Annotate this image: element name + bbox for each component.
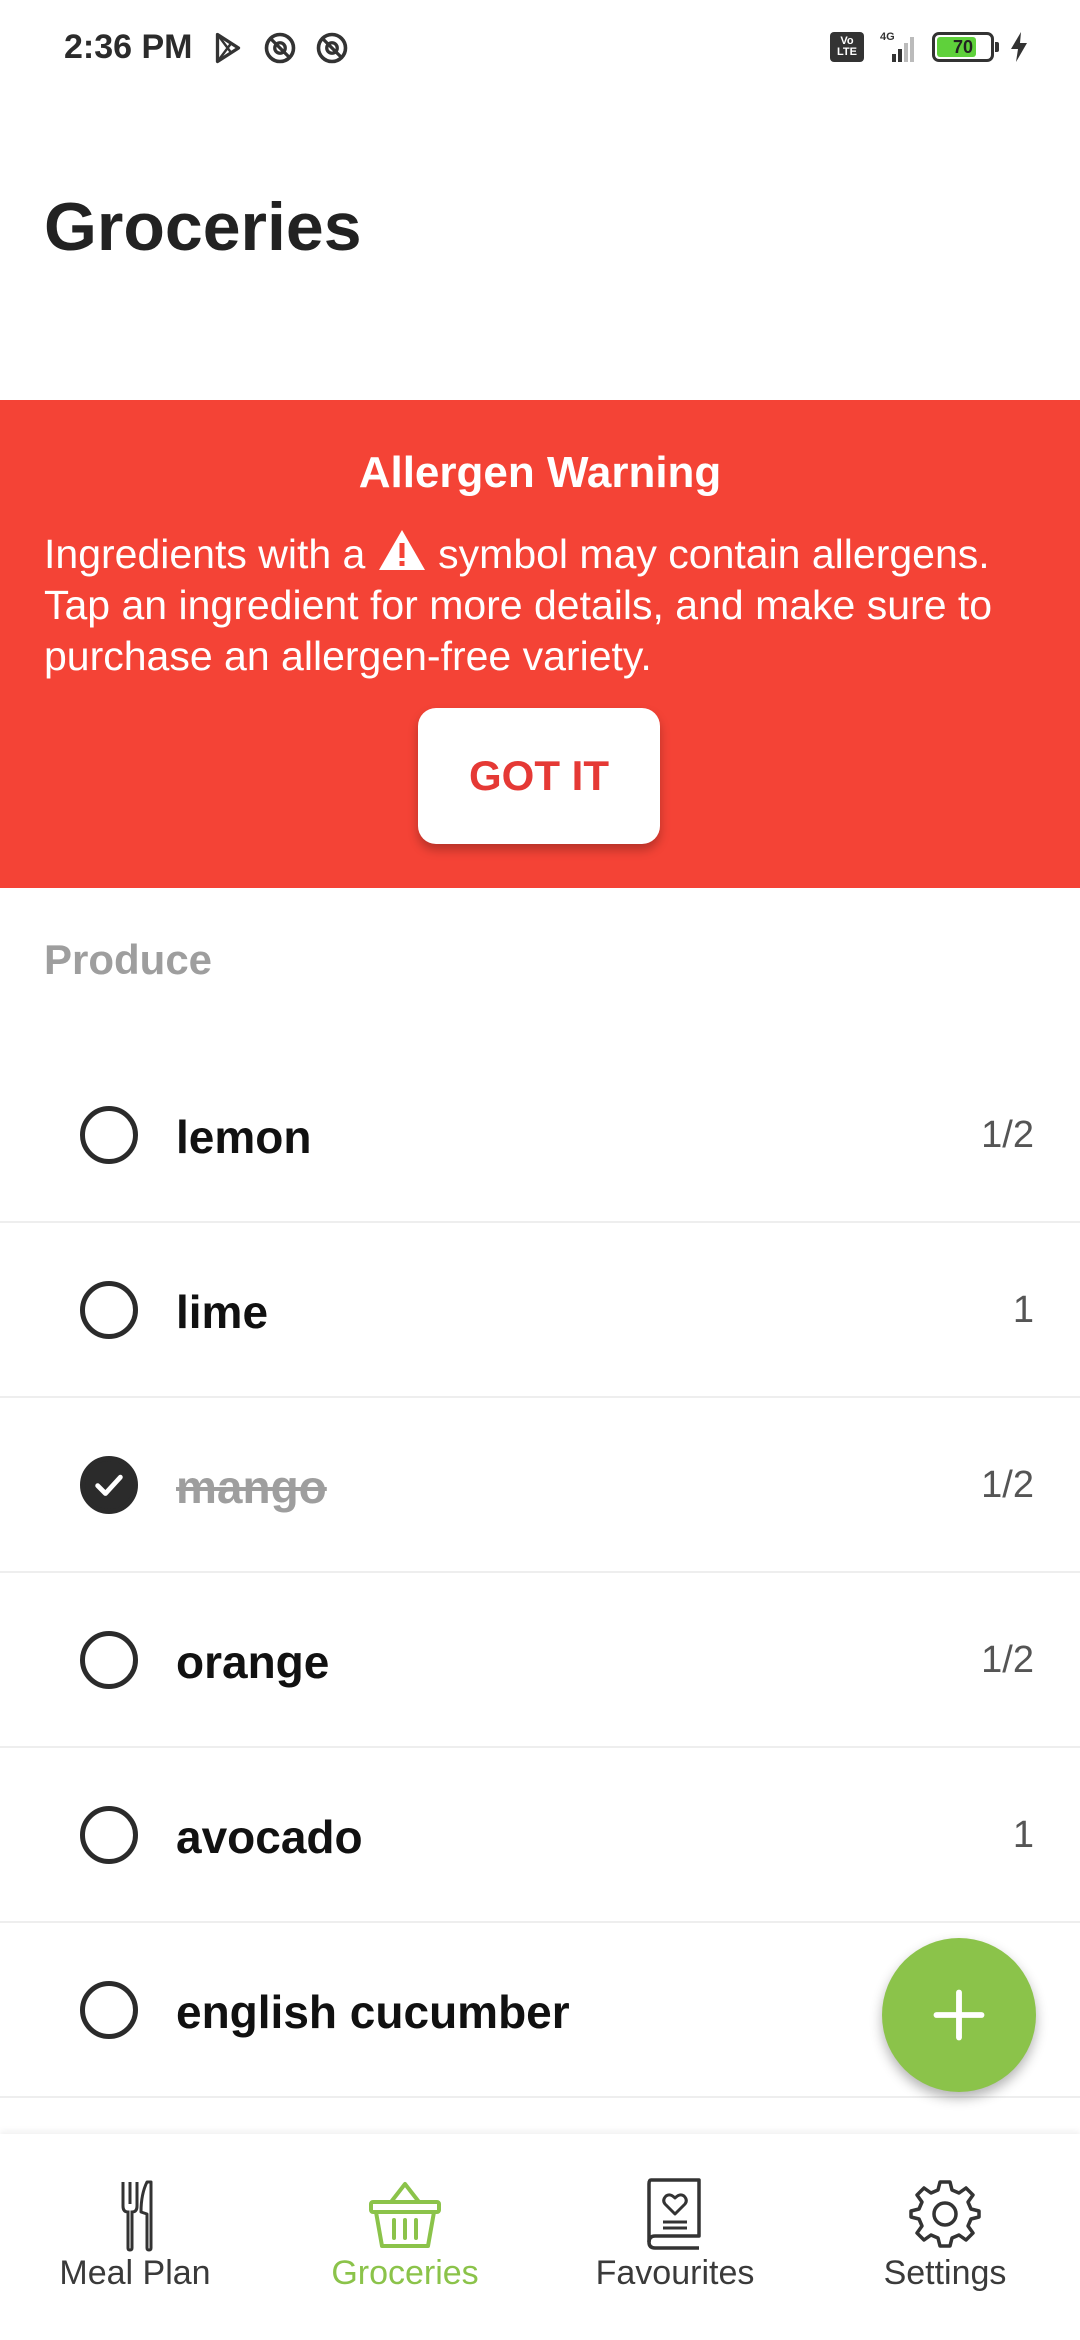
unchecked-circle-icon[interactable] (80, 1281, 138, 1339)
item-quantity: 1/2 (981, 1639, 1034, 1681)
nav-label: Favourites (595, 2254, 755, 2292)
status-bar: 2:36 PM Vo LTE 4G 70 (0, 0, 1080, 100)
signal-icon: 4G (880, 31, 914, 62)
checkmark-icon (95, 1474, 123, 1496)
unchecked-circle-icon[interactable] (80, 1106, 138, 1164)
item-quantity: 1/2 (981, 1114, 1034, 1156)
checked-circle-icon[interactable] (80, 1456, 138, 1514)
item-name: mango (176, 1461, 327, 1513)
item-name: english cucumber (176, 1986, 570, 2038)
grocery-list: lemon 1/2 lime 1 mango 1/2 orange 1/2 av… (0, 1048, 1080, 2098)
banner-text: Ingredients with a symbol may contain al… (44, 528, 1036, 682)
unchecked-circle-icon[interactable] (80, 1806, 138, 1864)
plus-icon (933, 1989, 985, 2041)
battery-icon: 70 (932, 32, 999, 62)
list-item[interactable]: avocado 1 (0, 1748, 1080, 1923)
item-quantity: 1 (1012, 1814, 1034, 1856)
at-sign-icon (264, 32, 296, 64)
notification-icons (210, 30, 350, 66)
list-item[interactable]: lemon 1/2 (0, 1048, 1080, 1223)
nav-groceries[interactable]: Groceries (270, 2134, 540, 2340)
item-name: avocado (176, 1811, 363, 1863)
gear-icon (909, 2180, 981, 2248)
item-quantity: 1 (1012, 1289, 1034, 1331)
nav-settings[interactable]: Settings (810, 2134, 1080, 2340)
svg-text:4G: 4G (880, 31, 895, 43)
warning-triangle-icon (378, 530, 425, 570)
item-name: lemon (176, 1111, 312, 1163)
item-name: orange (176, 1636, 330, 1688)
unchecked-circle-icon[interactable] (80, 1631, 138, 1689)
item-quantity: 1/2 (981, 1464, 1034, 1506)
list-item[interactable]: mango 1/2 (0, 1398, 1080, 1573)
status-time: 2:36 PM (64, 28, 193, 66)
nav-meal-plan[interactable]: Meal Plan (0, 2134, 270, 2340)
list-item[interactable]: orange 1/2 (0, 1573, 1080, 1748)
nav-label: Meal Plan (59, 2254, 211, 2292)
unchecked-circle-icon[interactable] (80, 1981, 138, 2039)
volte-badge: Vo LTE (830, 32, 864, 62)
allergen-warning-banner: Allergen Warning Ingredients with a symb… (0, 400, 1080, 888)
list-item[interactable]: lime 1 (0, 1223, 1080, 1398)
banner-title: Allergen Warning (358, 448, 722, 497)
at-sign-icon-2 (316, 32, 348, 64)
battery-level: 70 (952, 36, 974, 57)
nav-label: Settings (883, 2254, 1007, 2292)
groceries-screen: 2:36 PM Vo LTE 4G 70 Groceries Allergen … (0, 0, 1080, 2340)
bottom-navigation: Meal Plan Groceries Favourites Settings (0, 2134, 1080, 2340)
play-store-icon (215, 32, 241, 64)
system-icons: Vo LTE 4G 70 (830, 30, 1030, 64)
got-it-button[interactable]: GOT IT (418, 708, 660, 844)
item-name: lime (176, 1286, 269, 1338)
nav-label: Groceries (331, 2254, 479, 2292)
page-title: Groceries (44, 189, 362, 265)
fork-knife-icon (121, 2180, 153, 2252)
charging-bolt-icon (1011, 32, 1027, 62)
nav-favourites[interactable]: Favourites (540, 2134, 810, 2340)
section-title-produce: Produce (44, 936, 213, 983)
heart-book-icon (647, 2178, 701, 2250)
basket-icon (369, 2182, 441, 2248)
add-item-button[interactable] (882, 1938, 1036, 2092)
